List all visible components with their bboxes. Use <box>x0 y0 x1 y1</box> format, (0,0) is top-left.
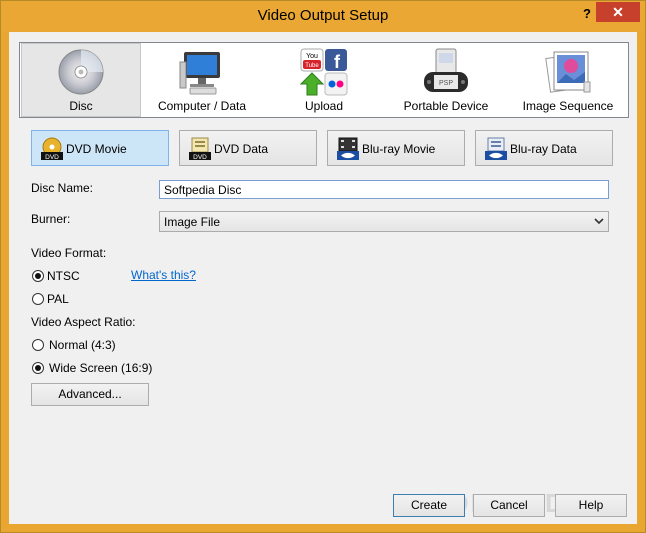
image-sequence-icon <box>545 51 591 93</box>
wide-screen-radio[interactable] <box>32 362 44 374</box>
bluray-data-icon <box>485 137 507 160</box>
ntsc-radio[interactable] <box>32 270 44 282</box>
burner-select[interactable]: Image File <box>159 211 609 232</box>
svg-text:DVD: DVD <box>193 154 207 161</box>
dvd-data-icon: DVD <box>189 137 211 161</box>
disc-name-label: Disc Name: <box>31 181 94 195</box>
category-image-sequence[interactable]: Image Sequence <box>509 44 627 116</box>
whats-this-link[interactable]: What's this? <box>131 268 196 282</box>
type-label: Blu-ray Data <box>510 142 577 156</box>
disc-icon <box>58 49 104 95</box>
svg-text:f: f <box>334 52 341 72</box>
portable-device-icon: PSP <box>424 48 468 92</box>
dvd-data-button[interactable]: DVD DVD Data <box>179 130 317 166</box>
bluray-data-button[interactable]: Blu-ray Data <box>475 130 613 166</box>
category-label: Computer / Data <box>157 99 247 113</box>
type-label: DVD Movie <box>66 142 127 156</box>
category-label: Upload <box>304 99 344 113</box>
svg-text:PSP: PSP <box>439 80 453 87</box>
burner-label: Burner: <box>31 212 71 226</box>
dialog-body: Disc Computer / Data You Tube f Upload P… <box>9 32 637 524</box>
chevron-down-icon <box>594 218 604 225</box>
help-title-button[interactable]: ? <box>579 6 595 21</box>
normal-radio[interactable] <box>32 339 44 351</box>
category-portable-device[interactable]: PSP Portable Device <box>387 44 505 116</box>
bluray-movie-button[interactable]: Blu-ray Movie <box>327 130 465 166</box>
dvd-movie-button[interactable]: DVD DVD Movie <box>31 130 169 166</box>
category-label: Portable Device <box>403 99 489 113</box>
svg-text:DVD: DVD <box>45 154 59 161</box>
dvd-movie-icon: DVD <box>41 137 63 161</box>
wide-screen-label[interactable]: Wide Screen (16:9) <box>49 361 152 375</box>
pal-label[interactable]: PAL <box>47 292 69 306</box>
pal-radio[interactable] <box>32 293 44 305</box>
video-format-label: Video Format: <box>31 246 107 260</box>
category-upload[interactable]: You Tube f Upload <box>265 44 383 116</box>
dialog-window: Video Output Setup ? ✕ Disc Computer / D… <box>0 0 646 533</box>
upload-icon: You Tube f <box>300 48 348 96</box>
advanced-button[interactable]: Advanced... <box>31 383 149 406</box>
ntsc-label[interactable]: NTSC <box>47 269 80 283</box>
category-bar: Disc Computer / Data You Tube f Upload P… <box>19 42 629 118</box>
title-bar: Video Output Setup ? ✕ <box>1 1 645 32</box>
type-label: DVD Data <box>214 142 269 156</box>
computer-icon <box>179 52 220 95</box>
category-label: Disc <box>69 99 93 113</box>
help-button[interactable]: Help <box>555 494 627 517</box>
normal-label[interactable]: Normal (4:3) <box>49 338 116 352</box>
disc-name-input[interactable]: Softpedia Disc <box>159 180 609 199</box>
svg-text:You: You <box>306 53 318 60</box>
close-button[interactable]: ✕ <box>596 2 640 22</box>
category-label: Image Sequence <box>522 99 614 113</box>
type-label: Blu-ray Movie <box>362 142 436 156</box>
disc-name-value: Softpedia Disc <box>164 183 242 197</box>
category-disc[interactable]: Disc <box>21 43 141 117</box>
aspect-ratio-label: Video Aspect Ratio: <box>31 315 136 329</box>
burner-value: Image File <box>164 215 221 229</box>
svg-text:Tube: Tube <box>305 63 319 69</box>
cancel-button[interactable]: Cancel <box>473 494 545 517</box>
bluray-movie-icon <box>337 137 359 160</box>
create-button[interactable]: Create <box>393 494 465 517</box>
category-computer-data[interactable]: Computer / Data <box>143 44 261 116</box>
window-title: Video Output Setup <box>257 7 389 24</box>
